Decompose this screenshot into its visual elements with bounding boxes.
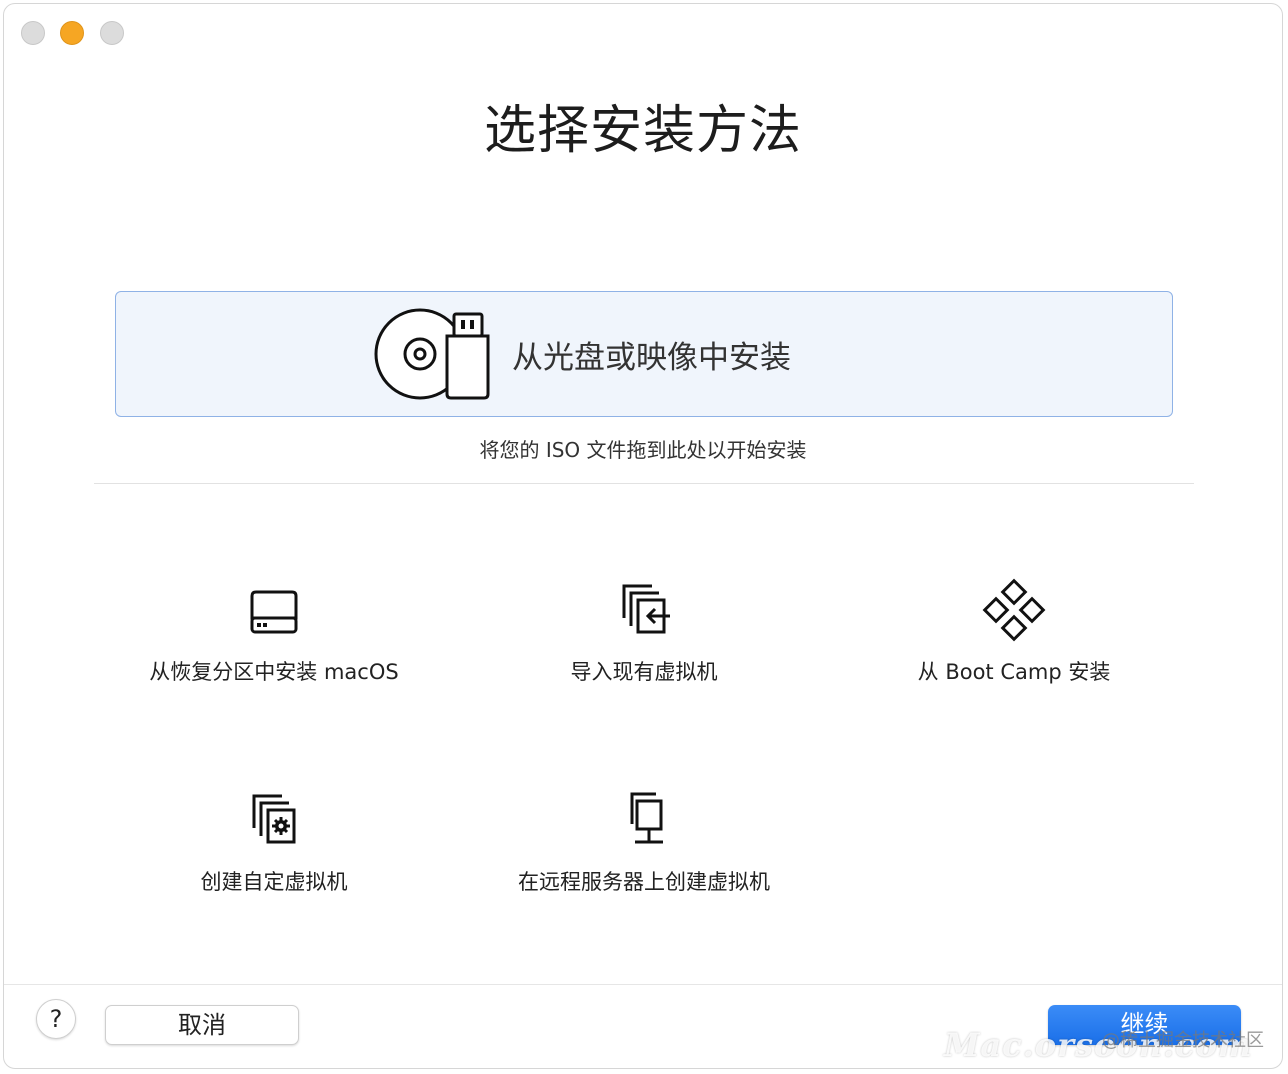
install-from-recovery-label: 从恢复分区中安装 macOS: [149, 660, 399, 684]
create-remote-vm-option[interactable]: 在远程服务器上创建虚拟机: [454, 788, 834, 896]
install-from-disc-label: 从光盘或映像中安装: [512, 340, 791, 376]
remote-server-icon: [630, 792, 663, 844]
custom-vm-icon: [252, 794, 296, 844]
hard-drive-icon: [250, 590, 298, 634]
create-custom-vm-option[interactable]: 创建自定虚拟机: [84, 788, 464, 896]
window-minimize-button[interactable]: [60, 21, 84, 45]
footer-divider: [4, 984, 1282, 985]
installer-window: 选择安装方法 从光盘或映像中安装 将您的 ISO 文件拖到此处以开始安装 从恢复…: [3, 3, 1283, 1069]
window-zoom-button[interactable]: [100, 21, 124, 45]
section-divider: [94, 483, 1194, 484]
import-vm-option[interactable]: 导入现有虚拟机: [454, 578, 834, 686]
disc-usb-icon: [374, 308, 490, 400]
bootcamp-icon: [982, 578, 1046, 642]
help-button[interactable]: ?: [36, 999, 76, 1039]
cancel-button[interactable]: 取消: [105, 1005, 299, 1045]
install-from-disc-card[interactable]: 从光盘或映像中安装: [115, 291, 1173, 417]
create-custom-vm-label: 创建自定虚拟机: [200, 870, 348, 894]
window-close-button[interactable]: [21, 21, 45, 45]
install-from-recovery-option[interactable]: 从恢复分区中安装 macOS: [84, 578, 464, 686]
import-vm-label: 导入现有虚拟机: [570, 660, 718, 684]
install-from-bootcamp-option[interactable]: 从 Boot Camp 安装: [824, 578, 1204, 686]
create-remote-vm-label: 在远程服务器上创建虚拟机: [518, 870, 770, 894]
install-from-bootcamp-label: 从 Boot Camp 安装: [917, 660, 1111, 684]
page-title: 选择安装方法: [483, 101, 802, 161]
watermark-subtext: @稀土掘金技术社区: [1102, 1030, 1264, 1051]
import-vm-icon: [622, 584, 670, 634]
iso-drop-hint: 将您的 ISO 文件拖到此处以开始安装: [479, 438, 807, 462]
